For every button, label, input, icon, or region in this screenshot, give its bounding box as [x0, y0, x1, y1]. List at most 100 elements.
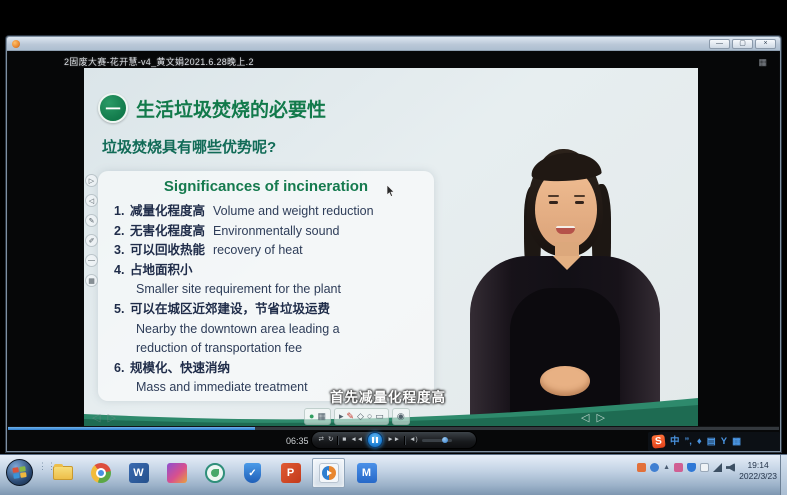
eraser-icon[interactable]: —	[85, 254, 98, 267]
highlighter-icon[interactable]: ◉	[397, 409, 405, 424]
list-item: 5.可以在城区近郊建设，节省垃圾运费	[114, 300, 428, 320]
desktop-screen: — ▢ × 2固废大赛-花开慧-v4_黄文娟2021.6.28晚上.2 ▦ 一 …	[0, 0, 787, 495]
window-titlebar[interactable]: — ▢ ×	[7, 37, 780, 51]
red-pen-icon[interactable]: ✎	[346, 409, 354, 424]
subtitle-caption: 首先减量化程度高	[330, 386, 446, 406]
shuffle-icon[interactable]: ⇄	[319, 437, 324, 444]
item-zh: 可以回收热能	[130, 241, 205, 261]
speaker-icon[interactable]	[726, 463, 735, 472]
presenter-eye	[549, 201, 558, 204]
switch-to-library-icon[interactable]: ▦	[758, 57, 767, 68]
presenter-brow	[548, 195, 559, 197]
elapsed-time: 06:35	[286, 436, 309, 446]
taskbar-apps: W ✓ P M	[46, 458, 383, 488]
item-number: 2.	[114, 222, 130, 242]
list-item: 6.规模化、快速消纳	[114, 359, 428, 379]
pc-manager-taskbar-icon[interactable]: ✓	[236, 458, 269, 488]
minimize-button[interactable]: —	[709, 39, 730, 49]
item-zh: 可以在城区近郊建设，节省垃圾运费	[130, 300, 330, 320]
repeat-icon[interactable]: ↻	[328, 437, 333, 444]
network-icon[interactable]	[713, 463, 722, 472]
panel-title: Significances of incineration	[98, 178, 434, 195]
pause-button[interactable]	[367, 432, 383, 448]
item-en: Volume and weight reduction	[213, 202, 374, 222]
ime-toolbox-icon[interactable]: Y	[721, 432, 727, 451]
sogou-logo-icon[interactable]: S	[651, 434, 665, 448]
tray-clock[interactable]: 19:14 2022/3/23	[739, 460, 777, 483]
next-button[interactable]: ►►	[387, 437, 400, 444]
ime-mic-icon[interactable]: ♦	[697, 432, 702, 451]
shape-icon[interactable]: ◇	[357, 409, 364, 424]
grid-tool-icon[interactable]: ▦	[85, 274, 98, 287]
item-en-cont: Nearby the downtown area leading a	[136, 320, 428, 340]
eco-app-taskbar-icon[interactable]	[198, 458, 231, 488]
word-taskbar-icon[interactable]: W	[122, 458, 155, 488]
video-frame[interactable]: 一 生活垃圾焚烧的必要性 垃圾焚烧具有哪些优势呢? Significances …	[84, 68, 698, 426]
nav-arrows-right[interactable]: ◁▷	[581, 411, 612, 424]
item-number: 4.	[114, 261, 130, 281]
presenter-hands	[540, 366, 590, 396]
tray-shield-icon[interactable]	[687, 463, 696, 472]
brush-icon[interactable]: ✐	[85, 234, 98, 247]
prev-slide-icon[interactable]: ◁	[85, 194, 98, 207]
nav-arrows-left[interactable]: ◁▷	[92, 411, 123, 424]
control-pill: ⇄ ↻ ■ ◄◄ ►► ◄)	[311, 431, 477, 449]
explorer-taskbar-icon[interactable]	[46, 458, 79, 488]
next-slide-icon[interactable]: ▷	[85, 174, 98, 187]
item-en-cont: Smaller site requirement for the plant	[136, 280, 428, 300]
previous-button[interactable]: ◄◄	[350, 437, 363, 444]
prev-arrow-icon[interactable]: ◁	[92, 412, 107, 424]
laser-dot-icon[interactable]: ●	[309, 409, 314, 424]
next-arrow-icon[interactable]: ▷	[596, 412, 611, 424]
pen-icon[interactable]: ✎	[85, 214, 98, 227]
powerpoint-taskbar-icon[interactable]: P	[274, 458, 307, 488]
stop-button[interactable]: ■	[342, 437, 346, 444]
item-zh: 规模化、快速消纳	[130, 359, 230, 379]
presenter-figure	[444, 138, 690, 426]
prev-arrow-icon[interactable]: ◁	[581, 412, 596, 424]
presenter-mouth	[556, 226, 575, 234]
comment-icon[interactable]: ▭	[375, 409, 384, 424]
media-player-window: — ▢ × 2固废大赛-花开慧-v4_黄文娟2021.6.28晚上.2 ▦ 一 …	[6, 36, 781, 452]
section-number-badge: 一	[98, 93, 128, 123]
ime-keyboard-icon[interactable]: ▤	[707, 432, 716, 451]
magnifier-icon[interactable]: ○	[367, 409, 372, 424]
select-cursor-icon[interactable]: ▸	[339, 409, 344, 424]
next-arrow-icon[interactable]: ▷	[107, 412, 122, 424]
volume-thumb[interactable]	[442, 437, 448, 443]
mouse-cursor-icon	[386, 185, 395, 197]
list-item: 4.占地面积小	[114, 261, 428, 281]
ime-grid-icon[interactable]: ▦	[732, 432, 741, 451]
item-en: recovery of heat	[213, 241, 303, 261]
item-zh: 无害化程度高	[130, 222, 205, 242]
ime-punctuation-icon[interactable]: ”,	[685, 432, 692, 451]
taskbar: ⋮⋮ W ✓ P M ▲ 19:14 2022/3/23	[0, 454, 787, 495]
tray-app-icon[interactable]	[637, 463, 646, 472]
maximize-button[interactable]: ▢	[732, 39, 753, 49]
player-content: 2固废大赛-花开慧-v4_黄文娟2021.6.28晚上.2 ▦ 一 生活垃圾焚烧…	[8, 51, 779, 449]
presenter-brow	[574, 195, 585, 197]
clock-time: 19:14	[739, 460, 777, 471]
photos-taskbar-icon[interactable]	[160, 458, 193, 488]
divider	[404, 436, 405, 445]
mute-icon[interactable]: ◄)	[409, 437, 418, 444]
start-button[interactable]	[6, 459, 33, 486]
close-button[interactable]: ×	[755, 39, 776, 49]
tray-overflow-arrow-icon[interactable]: ▲	[663, 464, 670, 471]
media-title: 2固废大赛-花开慧-v4_黄文娟2021.6.28晚上.2	[64, 55, 254, 68]
tray-help-icon[interactable]	[650, 463, 659, 472]
item-en: Environmentally sound	[213, 222, 339, 242]
tray-app-icon[interactable]	[674, 463, 683, 472]
show-desktop-button[interactable]	[780, 455, 787, 495]
tray-document-icon[interactable]	[700, 463, 709, 472]
wmp-window-icon	[12, 40, 20, 48]
item-number: 6.	[114, 359, 130, 379]
slide-panel: Significances of incineration 1.减量化程度高Vo…	[98, 171, 434, 401]
volume-slider[interactable]	[422, 439, 452, 442]
meeting-taskbar-icon[interactable]: M	[350, 458, 383, 488]
wmp-taskbar-icon-active[interactable]	[312, 458, 345, 488]
chrome-taskbar-icon[interactable]	[84, 458, 117, 488]
ime-mode-chinese[interactable]: 中	[670, 432, 680, 451]
item-en-cont: reduction of transportation fee	[136, 339, 428, 359]
slides-grid-icon[interactable]: ▦	[317, 409, 326, 424]
